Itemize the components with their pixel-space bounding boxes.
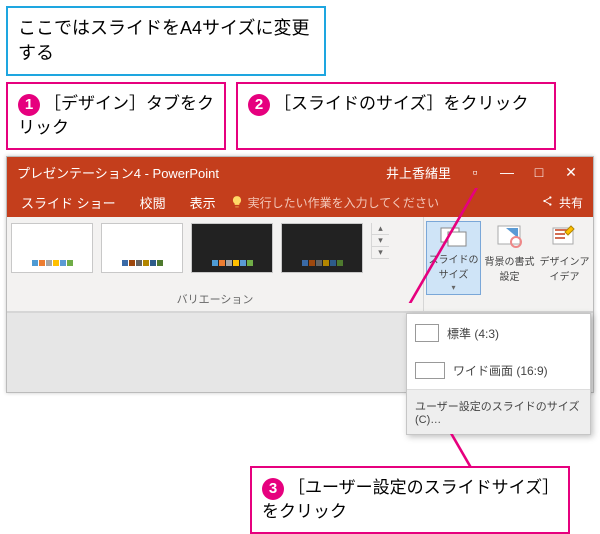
ribbon-display-options-icon[interactable]: ▫ <box>459 160 491 184</box>
step-text-2: ［スライドのサイズ］をクリック <box>274 94 529 113</box>
scroll-up-icon[interactable]: ▴ <box>372 223 389 235</box>
format-background-button[interactable]: 背景の書式設定 <box>483 221 536 295</box>
format-background-icon <box>495 223 525 251</box>
maximize-button[interactable]: □ <box>523 160 555 184</box>
option-wide-label: ワイド画面 (16:9) <box>453 362 548 379</box>
step-number-3: 3 <box>262 478 284 500</box>
option-standard-4-3[interactable]: 標準 (4:3) <box>407 314 590 352</box>
minimize-button[interactable]: — <box>491 160 523 184</box>
tell-me-placeholder: 実行したい作業を入力してください <box>248 194 439 211</box>
color-strip <box>32 260 73 266</box>
share-label: 共有 <box>559 194 583 211</box>
variation-thumb-2[interactable] <box>101 223 183 273</box>
intro-text: ここではスライドをA4サイズに変更する <box>18 18 309 63</box>
variation-thumb-3[interactable] <box>191 223 273 273</box>
variation-thumb-1[interactable] <box>11 223 93 273</box>
callout-step-2: 2［スライドのサイズ］をクリック <box>236 82 556 150</box>
option-custom-label: ユーザー設定のスライドのサイズ(C)… <box>415 401 579 426</box>
variation-thumb-4[interactable] <box>281 223 363 273</box>
step-text-3: ［ユーザー設定のスライドサイズ］をクリック <box>262 478 551 521</box>
callout-step-1: 1［デザイン］タブをクリック <box>6 82 226 150</box>
titlebar: プレゼンテーション4 - PowerPoint 井上香緒里 ▫ — □ ✕ <box>7 157 593 187</box>
slide-size-dropdown: 標準 (4:3) ワイド画面 (16:9) ユーザー設定のスライドのサイズ(C)… <box>406 313 591 435</box>
gallery-expand-icon[interactable]: ▾ <box>372 247 389 259</box>
signed-in-user: 井上香緒里 <box>386 163 451 182</box>
chevron-down-icon: ▾ <box>451 283 455 292</box>
variations-gallery: ▴ ▾ ▾ バリエーション <box>7 217 423 311</box>
intro-note: ここではスライドをA4サイズに変更する <box>6 6 326 76</box>
option-widescreen-16-9[interactable]: ワイド画面 (16:9) <box>407 352 590 389</box>
variations-scroll: ▴ ▾ ▾ <box>371 223 389 259</box>
close-button[interactable]: ✕ <box>555 160 587 184</box>
callout-step-3: 3［ユーザー設定のスライドサイズ］をクリック <box>250 466 570 534</box>
tell-me-box[interactable]: 実行したい作業を入力してください <box>230 194 439 211</box>
color-strip <box>212 260 253 266</box>
share-icon <box>541 194 555 211</box>
aspect-4-3-icon <box>415 324 439 342</box>
option-custom-slide-size[interactable]: ユーザー設定のスライドのサイズ(C)… <box>407 389 590 434</box>
ribbon-tabs: スライド ショー 校閲 表示 実行したい作業を入力してください 共有 <box>7 187 593 217</box>
design-ideas-button[interactable]: デザインアイデア <box>538 221 591 295</box>
ribbon-body: ▴ ▾ ▾ バリエーション スライドのサイズ ▾ 背景の書式設定 <box>7 217 593 312</box>
callouts-row: 1［デザイン］タブをクリック 2［スライドのサイズ］をクリック <box>6 82 594 150</box>
powerpoint-window: プレゼンテーション4 - PowerPoint 井上香緒里 ▫ — □ ✕ スラ… <box>6 156 594 393</box>
step-number-1: 1 <box>18 94 40 116</box>
window-title: プレゼンテーション4 - PowerPoint <box>17 163 219 182</box>
format-background-label: 背景の書式設定 <box>483 253 536 283</box>
variations-group-label: バリエーション <box>7 291 423 307</box>
pointer-line-step3 <box>450 434 473 468</box>
tab-slideshow[interactable]: スライド ショー <box>11 189 126 216</box>
scroll-down-icon[interactable]: ▾ <box>372 235 389 247</box>
tab-review[interactable]: 校閲 <box>130 189 176 216</box>
color-strip <box>302 260 343 266</box>
design-ideas-icon <box>550 223 580 251</box>
lightbulb-icon <box>230 195 244 209</box>
color-strip <box>122 260 163 266</box>
tab-view[interactable]: 表示 <box>180 189 226 216</box>
step-text-1: ［デザイン］タブをクリック <box>18 94 214 137</box>
step-number-2: 2 <box>248 94 270 116</box>
share-button[interactable]: 共有 <box>535 192 589 213</box>
aspect-16-9-icon <box>415 362 445 379</box>
design-ideas-label: デザインアイデア <box>538 253 591 283</box>
option-standard-label: 標準 (4:3) <box>447 325 499 342</box>
